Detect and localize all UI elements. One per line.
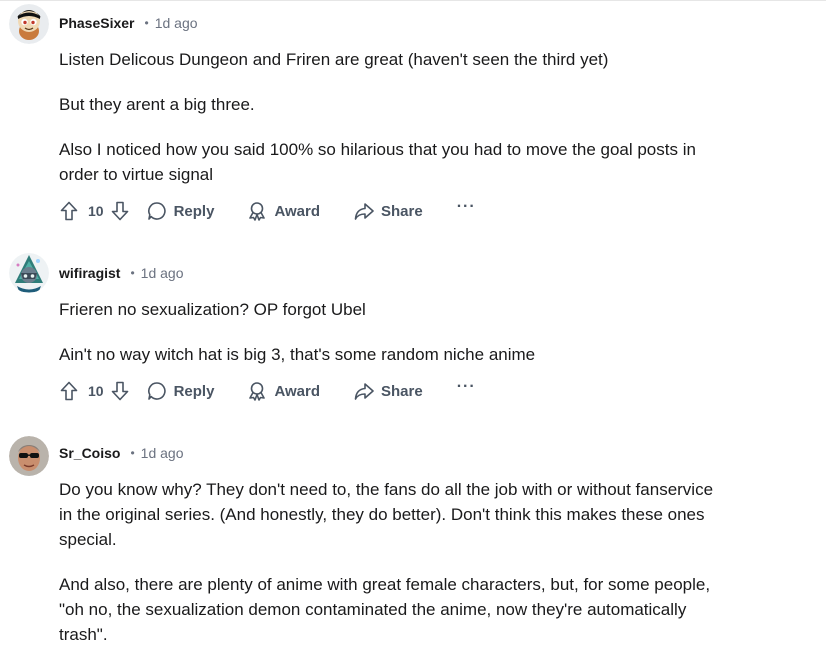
reply-button[interactable]: Reply [147,381,215,401]
vote-group: 10 [59,200,130,222]
reply-label: Reply [173,382,215,400]
vote-score: 10 [88,203,104,219]
share-label: Share [381,382,423,400]
award-ribbon-icon [249,202,266,221]
speech-bubble-icon [147,382,166,400]
separator-dot: • [144,16,149,30]
downvote-button[interactable] [110,380,130,402]
upvote-button[interactable] [59,380,79,402]
timestamp[interactable]: 1d ago [155,15,198,31]
comment-paragraph: Ain't no way witch hat is big 3, that's … [59,345,536,364]
thread-top-border [0,0,826,1]
avatar[interactable] [9,436,49,476]
award-label: Award [274,382,321,400]
comment-actions: 10 Reply Award Share ··· [59,197,476,225]
award-label: Award [274,202,321,220]
comment-paragraph: Also I noticed how you said 100% so hila… [59,140,696,184]
comment-body: Listen Delicous Dungeon and Friren are g… [59,47,759,187]
comment-paragraph: Do you know why? They don't need to, the… [59,480,714,549]
ellipsis-icon: ··· [456,198,476,215]
comment-meta: PhaseSixer • 1d ago [59,13,198,33]
username[interactable]: PhaseSixer [59,15,135,31]
award-ribbon-icon [249,382,266,401]
share-label: Share [381,202,423,220]
share-arrow-icon [354,203,374,220]
more-options-button[interactable]: ··· [457,378,476,396]
comment-paragraph: But they arent a big three. [59,95,255,114]
timestamp[interactable]: 1d ago [141,265,184,281]
vote-score: 10 [88,383,104,399]
avatar[interactable] [9,4,49,44]
avatar[interactable] [9,253,49,293]
speech-bubble-icon [147,202,166,220]
more-options-button[interactable]: ··· [457,198,476,216]
separator-dot: • [130,266,135,280]
share-arrow-icon [354,383,374,400]
arrow-down-outline-icon [111,201,128,221]
comment-meta: wifiragist • 1d ago [59,263,184,283]
vote-group: 10 [59,380,130,402]
share-button[interactable]: Share [354,381,423,401]
comment-body: Frieren no sexualization? OP forgot Ubel… [59,297,759,367]
reply-label: Reply [173,202,215,220]
comment-meta: Sr_Coiso • 1d ago [59,443,184,463]
snoo-avatar-icon [9,4,49,44]
comment-paragraph: And also, there are plenty of anime with… [59,575,711,644]
arrow-down-outline-icon [111,381,128,401]
comment-actions: 10 Reply Award Share ··· [59,377,476,405]
comment-paragraph: Frieren no sexualization? OP forgot Ubel [59,300,366,319]
reply-button[interactable]: Reply [147,201,215,221]
profile-photo-icon [9,436,49,476]
arrow-up-outline-icon [60,381,78,401]
comment-paragraph: Listen Delicous Dungeon and Friren are g… [59,50,609,69]
username[interactable]: Sr_Coiso [59,445,120,461]
award-button[interactable]: Award [247,381,320,401]
downvote-button[interactable] [110,200,130,222]
snoo-avatar-icon [9,253,49,293]
separator-dot: • [130,446,135,460]
timestamp[interactable]: 1d ago [141,445,184,461]
share-button[interactable]: Share [354,201,423,221]
arrow-up-outline-icon [60,201,78,221]
ellipsis-icon: ··· [456,378,476,395]
award-button[interactable]: Award [247,201,320,221]
comment-body: Do you know why? They don't need to, the… [59,477,759,647]
upvote-button[interactable] [59,200,79,222]
username[interactable]: wifiragist [59,265,120,281]
